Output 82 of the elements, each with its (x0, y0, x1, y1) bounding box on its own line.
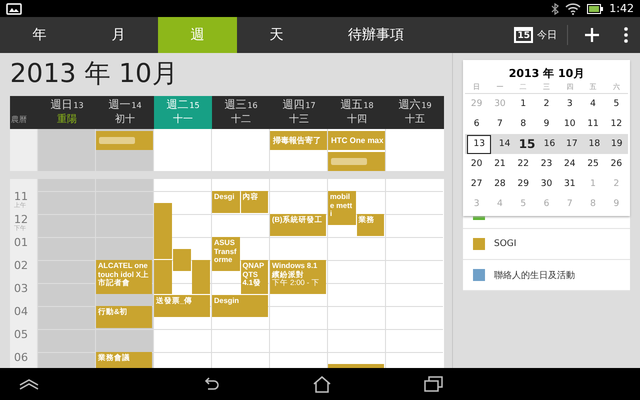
week-row[interactable]: 20 21 22 23 24 25 26 (465, 154, 628, 174)
hour-label: 05 (14, 329, 29, 340)
calendar-day[interactable]: 2 (534, 96, 558, 112)
view-tab[interactable]: 待辦事項 (316, 17, 436, 53)
calendar-day[interactable]: 9 (534, 116, 558, 132)
calendar-day[interactable]: 13 (467, 134, 492, 154)
calendar-day[interactable]: 16 (538, 136, 561, 152)
recent-apps-icon[interactable] (424, 376, 444, 392)
calendar-day[interactable]: 14 (493, 136, 516, 152)
calendar-color-swatch[interactable] (473, 238, 485, 250)
calendar-day[interactable]: 26 (604, 156, 628, 172)
day-header[interactable]: 週五 18 十四 (328, 96, 386, 129)
hour-label: 01 (14, 237, 29, 248)
calendar-day[interactable]: 27 (465, 176, 488, 192)
clock-time: 1:42 (609, 2, 634, 15)
view-tab[interactable]: 月 (79, 17, 158, 53)
calendar-day[interactable]: 6 (465, 116, 488, 132)
calendar-day[interactable]: 1 (512, 96, 535, 112)
week-row[interactable]: 29 30 1 2 3 4 5 (465, 94, 628, 114)
calendar-day[interactable]: 11 (581, 116, 605, 132)
calendar-day[interactable]: 30 (534, 176, 558, 192)
calendar-day[interactable]: 31 (558, 176, 582, 192)
calendar-day[interactable]: 18 (583, 136, 606, 152)
calendar-day[interactable]: 8 (512, 116, 535, 132)
week-row[interactable]: 13 14 15 16 17 18 19 (465, 134, 628, 154)
hour-label: 06 (14, 352, 29, 363)
calendar-name[interactable]: 聯絡人的生日及活動 (494, 268, 575, 282)
month-title: 2013 年 10月 (9, 58, 179, 91)
day-header[interactable]: 週四 17 十三 (270, 96, 328, 129)
hour-label: 04 (14, 306, 29, 317)
gutter-background (10, 129, 37, 171)
hour-label: 02 (14, 260, 29, 271)
week-row[interactable]: 27 28 29 30 31 1 2 (465, 174, 628, 194)
calendar-day[interactable]: 17 (560, 136, 584, 152)
day-header[interactable]: 週六 19 十五 (386, 96, 444, 129)
calendar-day[interactable]: 25 (581, 156, 605, 172)
day-header[interactable]: 週日 13 重陽 (38, 96, 96, 129)
calendar-day[interactable]: 12 (604, 116, 628, 132)
picture-icon (6, 2, 22, 14)
hour-label: 11 (14, 191, 29, 202)
day-header[interactable]: 週三 16 十二 (212, 96, 270, 129)
hour-label: 03 (14, 283, 29, 294)
mini-calendar-title: 2013 年 10月 (508, 66, 586, 81)
calendar-color-swatch[interactable] (473, 269, 485, 281)
view-tab[interactable]: 天 (237, 17, 316, 53)
calendar-day[interactable]: 24 (558, 156, 582, 172)
calendar-day[interactable]: 22 (512, 156, 535, 172)
wifi-icon (565, 2, 582, 14)
calendar-day[interactable]: 3 (558, 96, 582, 112)
blurred-text (99, 137, 135, 144)
calendar-day[interactable]: 29 (512, 176, 535, 192)
all-day-event[interactable] (96, 131, 153, 150)
chevron-up-icon[interactable] (18, 378, 40, 390)
hour-label: 12 (14, 214, 29, 225)
view-tab[interactable]: 年 (0, 17, 79, 53)
event-block[interactable] (172, 248, 191, 270)
week-row[interactable]: 6 7 8 9 10 11 12 (465, 114, 628, 134)
calendar-color-swatch[interactable] (473, 216, 485, 220)
battery-icon (587, 4, 604, 14)
calendar-day[interactable]: 4 (581, 96, 605, 112)
calendar-day[interactable]: 7 (488, 116, 512, 132)
blurred-text (331, 158, 367, 165)
overflow-menu-icon (624, 27, 628, 43)
calendar-day[interactable]: 23 (534, 156, 558, 172)
back-icon[interactable] (202, 376, 220, 392)
calendar-name[interactable]: SOGI (494, 239, 516, 249)
calendar-day[interactable]: 19 (606, 136, 628, 152)
home-icon[interactable] (312, 375, 332, 393)
bluetooth-icon (551, 2, 560, 14)
day-header[interactable]: 週一 14 初十 (96, 96, 154, 129)
calendar-day[interactable]: 28 (488, 176, 512, 192)
calendar-day[interactable]: 20 (465, 156, 488, 172)
calendar-day[interactable]: 10 (558, 116, 582, 132)
event-block[interactable] (192, 260, 210, 294)
all-day-event[interactable] (328, 152, 385, 171)
calendar-day[interactable]: 15 (516, 136, 538, 152)
calendar-day[interactable]: 5 (604, 96, 628, 112)
lunar-label: 農曆 (11, 114, 27, 125)
plus-icon (584, 27, 600, 43)
today-button[interactable]: 15 今日 (508, 17, 563, 53)
calendar-day[interactable]: 21 (488, 156, 512, 172)
calendar-icon: 15 (514, 27, 533, 43)
